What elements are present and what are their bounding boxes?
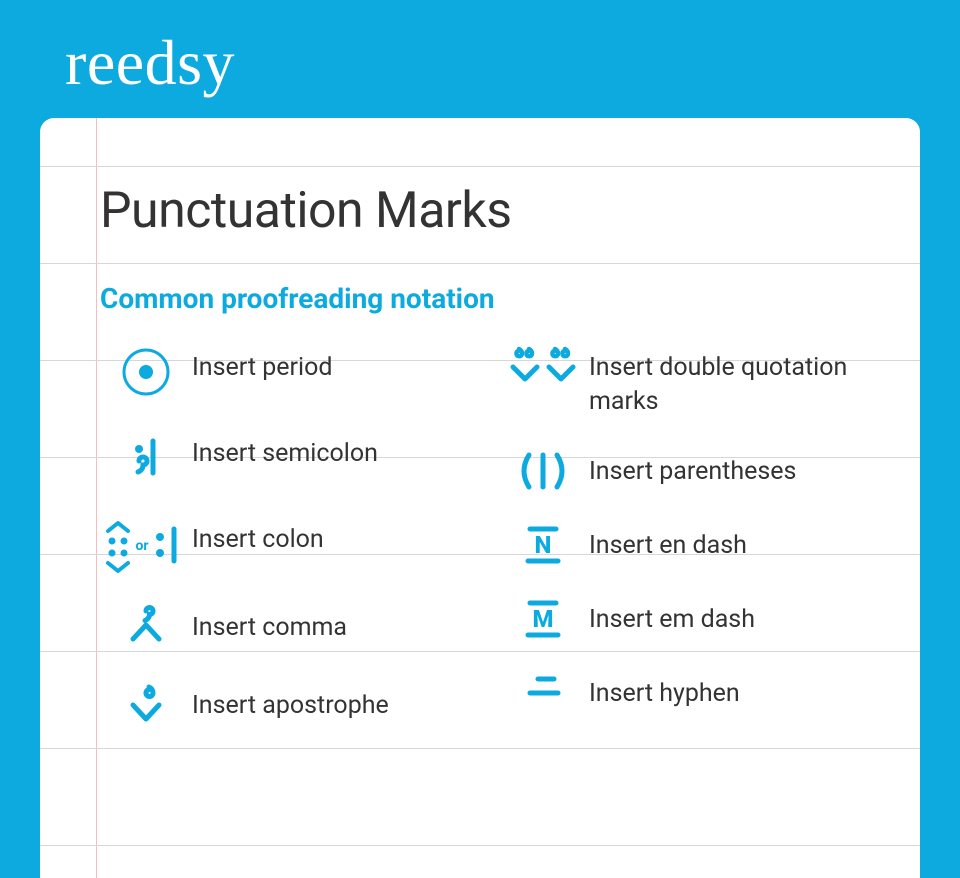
- entry-insert-period: Insert period: [100, 345, 487, 399]
- column-left: Insert period Insert semicolon: [100, 345, 487, 761]
- mark-insert-em-dash-icon: M: [497, 597, 589, 641]
- entry-insert-colon: or Insert colon: [100, 517, 487, 573]
- entry-insert-comma: Insert comma: [100, 605, 487, 651]
- column-right: Insert double quotation marks Insert par…: [497, 345, 884, 761]
- label-insert-em-dash: Insert em dash: [589, 597, 755, 637]
- label-insert-semicolon: Insert semicolon: [192, 431, 378, 471]
- mark-insert-apostrophe-icon: [100, 683, 192, 729]
- entry-insert-double-quotes: Insert double quotation marks: [497, 345, 884, 419]
- colon-or-text: or: [135, 538, 148, 554]
- label-insert-apostrophe: Insert apostrophe: [192, 683, 389, 723]
- entry-insert-en-dash: N Insert en dash: [497, 523, 884, 567]
- mark-insert-double-quotes-icon: [497, 345, 589, 391]
- label-insert-comma: Insert comma: [192, 605, 347, 645]
- label-insert-en-dash: Insert en dash: [589, 523, 747, 563]
- mark-insert-comma-icon: [100, 605, 192, 651]
- mark-insert-en-dash-icon: N: [497, 523, 589, 567]
- label-insert-hyphen: Insert hyphen: [589, 671, 740, 711]
- brand-logo: reedsy: [65, 26, 960, 100]
- content-card: Punctuation Marks Common proofreading no…: [40, 118, 920, 878]
- page-subtitle: Common proofreading notation: [100, 282, 884, 315]
- entry-insert-semicolon: Insert semicolon: [100, 431, 487, 485]
- logo-wrap: reedsy: [0, 0, 960, 100]
- mark-insert-parentheses-icon: [497, 449, 589, 493]
- entry-insert-hyphen: Insert hyphen: [497, 671, 884, 711]
- entry-insert-parentheses: Insert parentheses: [497, 449, 884, 493]
- mark-insert-colon-icon: or: [100, 517, 192, 573]
- entry-insert-em-dash: M Insert em dash: [497, 597, 884, 641]
- svg-text:M: M: [532, 605, 553, 633]
- label-insert-period: Insert period: [192, 345, 332, 385]
- label-insert-colon: Insert colon: [192, 517, 324, 557]
- svg-text:N: N: [535, 531, 552, 559]
- mark-insert-hyphen-icon: [497, 671, 589, 705]
- label-insert-parentheses: Insert parentheses: [589, 449, 796, 489]
- mark-insert-semicolon-icon: [100, 431, 192, 485]
- page-title: Punctuation Marks: [100, 182, 884, 240]
- content: Punctuation Marks Common proofreading no…: [40, 118, 920, 761]
- label-insert-double-quotes: Insert double quotation marks: [589, 345, 884, 419]
- mark-insert-period-icon: [100, 345, 192, 399]
- columns: Insert period Insert semicolon: [100, 345, 884, 761]
- entry-insert-apostrophe: Insert apostrophe: [100, 683, 487, 729]
